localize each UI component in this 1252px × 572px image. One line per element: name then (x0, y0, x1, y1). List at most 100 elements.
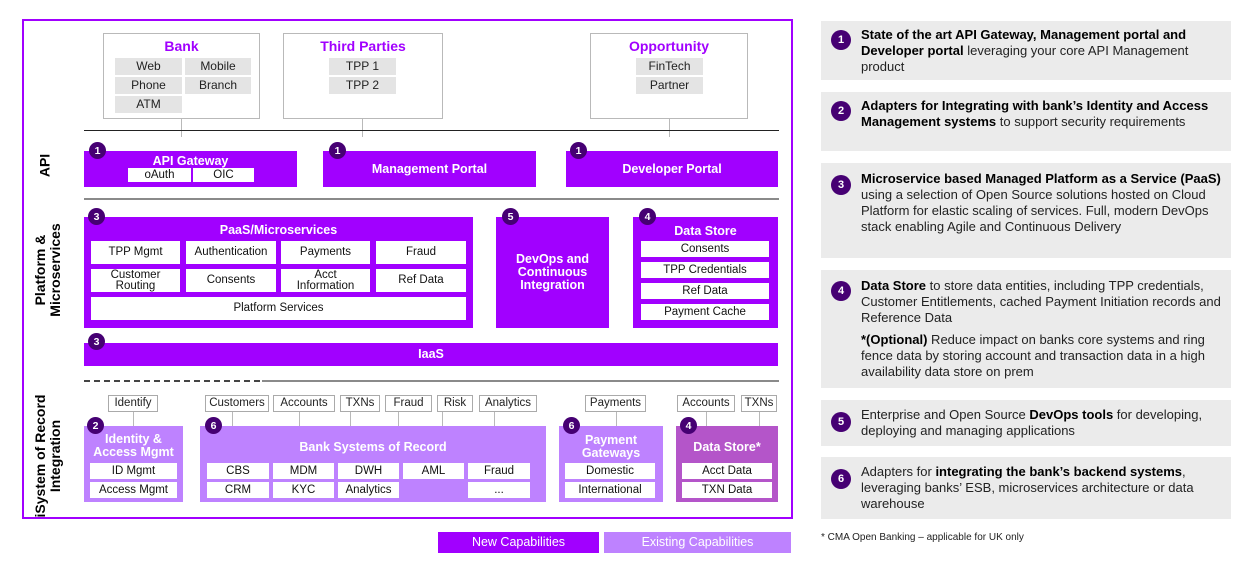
description-2: 2 Adapters for Integrating with bank’s I… (821, 92, 1231, 151)
layer-label-sor-line1: iSystem of Record (32, 394, 48, 518)
paas-title: PaaS/Microservices (219, 223, 338, 237)
description-bold: Data Store (861, 278, 927, 293)
paas-cell: Ref Data (376, 269, 466, 292)
description-3: 3 Microservice based Managed Platform as… (821, 163, 1231, 258)
payment-gateway-item: International (565, 482, 655, 498)
data-store-optional-item: Acct Data (682, 463, 772, 479)
bank-sor-cell: ... (468, 482, 530, 498)
legend-existing-capabilities: Existing Capabilities (604, 532, 791, 553)
data-store-item: Ref Data (641, 283, 769, 299)
badge-4: 4 (831, 281, 851, 301)
data-store-item: Consents (641, 241, 769, 257)
tag-risk: Risk (437, 395, 473, 412)
source-chip: FinTech (636, 58, 703, 75)
source-third-parties-title: Third Parties (320, 38, 406, 54)
layer-label-sor: iSystem of Record Integration (32, 391, 65, 521)
bank-sor-cell: Fraud (468, 463, 530, 479)
description-text: State of the art API Gateway, Management… (861, 27, 1221, 75)
paas-microservices: PaaS/Microservices TPP Mgmt Authenticati… (84, 217, 473, 328)
bank-sor-cell: Analytics (338, 482, 399, 498)
description-1: 1 State of the art API Gateway, Manageme… (821, 21, 1231, 80)
iaas: IaaS (84, 343, 778, 366)
connector-line (299, 412, 300, 426)
badge-1-management-portal: 1 (329, 142, 346, 159)
payment-gateways-title: Payment Gateways (581, 433, 641, 460)
description-4: 4 Data Store to store data entities, inc… (821, 270, 1231, 388)
bank-sor-cell: AML (403, 463, 464, 479)
connector-line (398, 412, 399, 426)
connector-line (181, 119, 182, 137)
source-chip: Branch (185, 77, 251, 94)
description-text: Adapters for Integrating with bank’s Ide… (861, 98, 1221, 130)
description-rest: to support security requirements (996, 114, 1186, 129)
description-6: 6 Adapters for integrating the bank’s ba… (821, 457, 1231, 519)
identity-access-mgmt: Identity & Access Mgmt ID Mgmt Access Mg… (84, 426, 183, 502)
bank-sor-cell: KYC (273, 482, 334, 498)
source-chip: Mobile (185, 58, 251, 75)
paas-cell: TPP Mgmt (91, 241, 180, 264)
source-chip: ATM (115, 96, 182, 113)
api-gateway-item: oAuth (128, 168, 191, 182)
badge-5-devops: 5 (502, 208, 519, 225)
devops-title: DevOps and Continuous Integration (516, 252, 589, 292)
bank-systems-of-record: Bank Systems of Record CBS MDM DWH AML F… (200, 426, 546, 502)
badge-3-paas: 3 (88, 208, 105, 225)
divider-dashed (84, 380, 260, 382)
iaas-title: IaaS (418, 347, 444, 361)
legend-new-capabilities: New Capabilities (438, 532, 599, 553)
source-opportunity: Opportunity FinTech Partner (590, 33, 748, 119)
tag-txns-ds: TXNs (741, 395, 777, 412)
data-store-optional: Data Store* Acct Data TXN Data (676, 426, 778, 502)
data-store-optional-item: TXN Data (682, 482, 772, 498)
tag-fraud: Fraud (385, 395, 432, 412)
description-pre: Adapters for (861, 464, 936, 479)
badge-6: 6 (831, 469, 851, 489)
connector-line (232, 412, 233, 426)
connector-line (350, 412, 351, 426)
badge-1-api-gateway: 1 (89, 142, 106, 159)
layer-label-api: API (36, 153, 53, 178)
divider-line (262, 380, 779, 382)
source-chip: Web (115, 58, 182, 75)
description-text: Microservice based Managed Platform as a… (861, 171, 1221, 235)
bank-sor-cell: CBS (207, 463, 269, 479)
developer-portal-title: Developer Portal (622, 162, 722, 176)
layer-label-platform: Platform & Microservices (32, 215, 65, 325)
tag-customers: Customers (205, 395, 269, 412)
badge-1: 1 (831, 30, 851, 50)
connector-line (133, 412, 134, 426)
paas-cell: Payments (281, 241, 370, 264)
source-chip: TPP 1 (329, 58, 396, 75)
data-store: Data Store Consents TPP Credentials Ref … (633, 217, 778, 328)
source-chip: TPP 2 (329, 77, 396, 94)
badge-3-iaas: 3 (88, 333, 105, 350)
management-portal-title: Management Portal (371, 162, 488, 176)
bank-sor-cell: CRM (207, 482, 269, 498)
divider-line (84, 198, 779, 200)
bank-sor-cell: DWH (338, 463, 399, 479)
paas-cell: Acct Information (281, 269, 370, 292)
badge-4-data-store-optional: 4 (680, 417, 697, 434)
connector-line (759, 412, 760, 426)
platform-services: Platform Services (91, 297, 466, 320)
payment-gateways: Payment Gateways Domestic International (559, 426, 663, 502)
management-portal: Management Portal (323, 151, 536, 187)
tag-txns: TXNs (340, 395, 380, 412)
data-store-title: Data Store (674, 224, 737, 238)
source-chip: Partner (636, 77, 703, 94)
source-opportunity-title: Opportunity (628, 38, 710, 54)
connector-line (669, 119, 670, 137)
source-bank: Bank Web Mobile Phone Branch ATM (103, 33, 260, 119)
description-bold: Microservice based Managed Platform as a… (861, 171, 1221, 186)
badge-3: 3 (831, 175, 851, 195)
connector-line (616, 412, 617, 426)
description-text: Adapters for integrating the bank’s back… (861, 464, 1221, 512)
badge-4-data-store: 4 (639, 208, 656, 225)
data-store-item: TPP Credentials (641, 262, 769, 278)
paas-cell: Fraud (376, 241, 466, 264)
layer-label-platform-line2: Microservices (47, 223, 63, 317)
description-pre: Enterprise and Open Source (861, 407, 1030, 422)
layer-label-sor-line2: Integration (47, 419, 63, 493)
api-gateway-title: API Gateway (152, 154, 229, 168)
connector-line (494, 412, 495, 426)
